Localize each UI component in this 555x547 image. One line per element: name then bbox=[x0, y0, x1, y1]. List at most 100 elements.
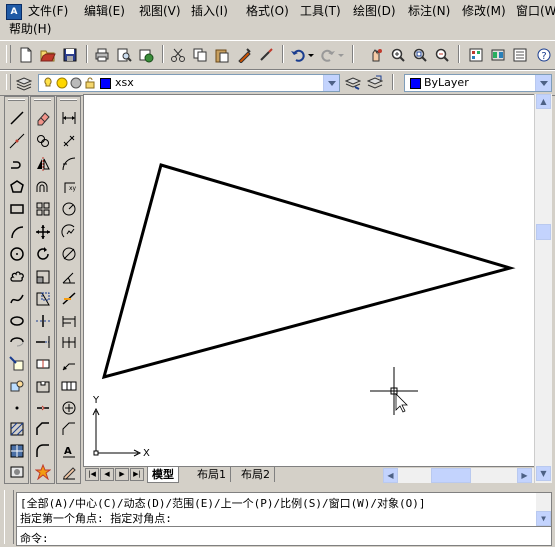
gradient-icon[interactable] bbox=[6, 440, 28, 462]
break-icon[interactable] bbox=[32, 375, 54, 397]
menu-insert[interactable]: 插入(I) bbox=[191, 2, 228, 20]
zoom-realtime-icon[interactable] bbox=[388, 45, 408, 65]
polyline-icon[interactable] bbox=[6, 153, 28, 175]
redo-dropdown-icon[interactable] bbox=[336, 45, 346, 65]
print-icon[interactable] bbox=[92, 45, 112, 65]
layer-dropdown[interactable]: xsx bbox=[38, 74, 340, 92]
menu-tools[interactable]: 工具(T) bbox=[300, 2, 341, 20]
arc-length-icon[interactable] bbox=[58, 153, 80, 175]
scale-icon[interactable] bbox=[32, 266, 54, 288]
zoom-window-icon[interactable] bbox=[410, 45, 430, 65]
pan-icon[interactable] bbox=[366, 45, 386, 65]
first-tab-icon[interactable]: |◀ bbox=[85, 468, 99, 481]
chevron-down-icon[interactable] bbox=[535, 75, 551, 91]
scroll-down-icon[interactable]: ▼ bbox=[536, 466, 551, 481]
triangle-shape[interactable] bbox=[101, 163, 516, 380]
menu-file[interactable]: 文件(F) bbox=[28, 2, 68, 20]
copy-object-icon[interactable] bbox=[32, 130, 54, 152]
tolerance-icon[interactable] bbox=[58, 375, 80, 397]
aligned-dim-icon[interactable] bbox=[58, 130, 80, 152]
command-grip[interactable] bbox=[4, 490, 14, 544]
paste-icon[interactable] bbox=[212, 45, 232, 65]
ordinate-icon[interactable]: xy bbox=[58, 176, 80, 198]
menu-format[interactable]: 格式(O) bbox=[246, 2, 289, 20]
polygon-icon[interactable] bbox=[6, 176, 28, 198]
drawing-canvas[interactable]: Y X bbox=[83, 94, 535, 467]
angular-icon[interactable] bbox=[58, 266, 80, 288]
copy-icon[interactable] bbox=[190, 45, 210, 65]
quick-leader-icon[interactable] bbox=[58, 353, 80, 375]
tab-layout1[interactable]: 布局1 bbox=[193, 467, 231, 482]
layer-manager-icon[interactable] bbox=[14, 73, 34, 93]
redo-icon[interactable] bbox=[318, 45, 338, 65]
menu-window[interactable]: 窗口(W) bbox=[516, 2, 555, 20]
explode-icon[interactable] bbox=[32, 461, 54, 483]
construction-line-icon[interactable] bbox=[6, 130, 28, 152]
properties-icon[interactable] bbox=[466, 45, 486, 65]
region-icon[interactable] bbox=[6, 461, 28, 483]
quick-dim-icon[interactable] bbox=[58, 288, 80, 310]
scroll-left-icon[interactable]: ◀ bbox=[383, 468, 398, 483]
chevron-down-icon[interactable] bbox=[323, 75, 339, 91]
block-editor-icon[interactable] bbox=[256, 45, 276, 65]
vertical-scrollbar[interactable]: ▲ ▼ bbox=[534, 94, 552, 483]
jogged-icon[interactable] bbox=[58, 221, 80, 243]
scroll-down-icon[interactable]: ▼ bbox=[536, 511, 551, 526]
command-scrollbar[interactable]: ▼ bbox=[536, 493, 551, 526]
rotate-icon[interactable] bbox=[32, 243, 54, 265]
dim-style-icon[interactable] bbox=[58, 461, 80, 483]
undo-icon[interactable] bbox=[288, 45, 308, 65]
publish-icon[interactable] bbox=[136, 45, 156, 65]
toolbar-grip[interactable] bbox=[6, 74, 11, 90]
line-icon[interactable] bbox=[6, 107, 28, 129]
new-icon[interactable] bbox=[16, 45, 36, 65]
print-preview-icon[interactable] bbox=[114, 45, 134, 65]
match-properties-icon[interactable] bbox=[234, 45, 254, 65]
open-icon[interactable] bbox=[38, 45, 58, 65]
dim-edit-icon[interactable] bbox=[58, 418, 80, 440]
menu-view[interactable]: 视图(V) bbox=[139, 2, 181, 20]
array-icon[interactable] bbox=[32, 198, 54, 220]
trim-icon[interactable] bbox=[32, 310, 54, 332]
prev-tab-icon[interactable]: ◀ bbox=[100, 468, 114, 481]
next-tab-icon[interactable]: ▶ bbox=[115, 468, 129, 481]
menu-modify[interactable]: 修改(M) bbox=[462, 2, 506, 20]
radius-icon[interactable] bbox=[58, 198, 80, 220]
chamfer-icon[interactable] bbox=[32, 418, 54, 440]
color-dropdown[interactable]: ByLayer bbox=[404, 74, 552, 92]
arc-icon[interactable] bbox=[6, 221, 28, 243]
diameter-icon[interactable] bbox=[58, 243, 80, 265]
app-menu-icon[interactable]: A bbox=[6, 4, 22, 20]
scroll-right-icon[interactable]: ▶ bbox=[517, 468, 532, 483]
erase-icon[interactable] bbox=[32, 107, 54, 129]
menu-help[interactable]: 帮助(H) bbox=[9, 20, 51, 38]
menu-draw[interactable]: 绘图(D) bbox=[353, 2, 396, 20]
save-icon[interactable] bbox=[60, 45, 80, 65]
command-input-row[interactable]: 命令: bbox=[17, 526, 551, 546]
make-block-icon[interactable] bbox=[6, 375, 28, 397]
undo-dropdown-icon[interactable] bbox=[306, 45, 316, 65]
scroll-up-icon[interactable]: ▲ bbox=[536, 94, 551, 109]
continue-icon[interactable] bbox=[58, 331, 80, 353]
menu-dimension[interactable]: 标注(N) bbox=[408, 2, 450, 20]
tool-palettes-icon[interactable] bbox=[510, 45, 530, 65]
point-icon[interactable] bbox=[6, 397, 28, 419]
baseline-icon[interactable] bbox=[58, 310, 80, 332]
linear-dim-icon[interactable] bbox=[58, 107, 80, 129]
dim-text-edit-icon[interactable]: A bbox=[58, 440, 80, 462]
spline-icon[interactable] bbox=[6, 288, 28, 310]
horizontal-scrollbar[interactable]: ◀ ▶ bbox=[383, 468, 534, 483]
last-tab-icon[interactable]: ▶| bbox=[130, 468, 144, 481]
circle-icon[interactable] bbox=[6, 243, 28, 265]
extend-icon[interactable] bbox=[32, 331, 54, 353]
mirror-icon[interactable] bbox=[32, 153, 54, 175]
cut-icon[interactable] bbox=[168, 45, 188, 65]
hatch-icon[interactable] bbox=[6, 418, 28, 440]
horizontal-scroll-thumb[interactable] bbox=[431, 468, 471, 483]
design-center-icon[interactable] bbox=[488, 45, 508, 65]
toolbar-grip[interactable] bbox=[6, 45, 11, 63]
break-at-point-icon[interactable] bbox=[32, 353, 54, 375]
offset-icon[interactable] bbox=[32, 176, 54, 198]
ellipse-arc-icon[interactable] bbox=[6, 331, 28, 353]
menu-edit[interactable]: 编辑(E) bbox=[84, 2, 125, 20]
